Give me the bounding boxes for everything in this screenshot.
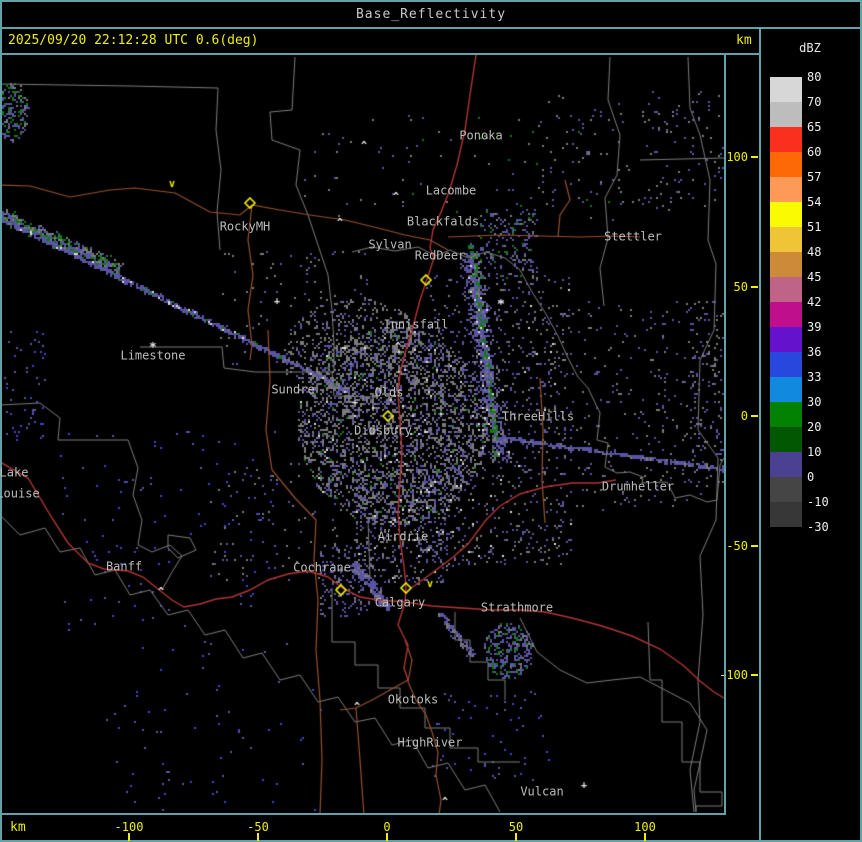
y-axis-tick-label: -100 [719, 668, 748, 682]
x-axis-tick-label: 0 [383, 820, 391, 834]
city-label-rockymh: RockyMH [219, 219, 271, 234]
legend-color-block [770, 302, 802, 327]
y-axis-tick-mark [751, 674, 758, 676]
legend-label: 48 [807, 245, 822, 259]
city-label-blackfalds: Blackfalds [406, 214, 480, 229]
legend-color-block [770, 402, 802, 427]
y-axis-tick-label: 100 [726, 150, 748, 164]
legend-label: 54 [807, 195, 822, 209]
legend-label: 42 [807, 295, 822, 309]
legend-label: 39 [807, 320, 822, 334]
legend-label: 45 [807, 270, 822, 284]
legend-color-block [770, 127, 802, 152]
city-label-olds: Olds [374, 385, 404, 400]
x-axis-unit-label: km [10, 820, 26, 835]
legend-color-block [770, 252, 802, 277]
legend-color-block [770, 77, 802, 102]
city-label-ponoka: Ponoka [459, 128, 503, 143]
y-axis-tick-mark [751, 415, 758, 417]
timestamp-label: 2025/09/20 22:12:28 UTC 0.6(deg) [8, 33, 259, 48]
legend-color-block [770, 327, 802, 352]
map-right-border [724, 53, 726, 815]
legend-label: 20 [807, 420, 822, 434]
x-axis-tick-mark [515, 833, 517, 841]
legend-color-block [770, 352, 802, 377]
y-axis-tick-label: -50 [726, 539, 748, 553]
city-label-highriver: HighRiver [397, 735, 463, 750]
city-label-louise: Louise [0, 486, 40, 501]
x-axis-tick-mark [644, 833, 646, 841]
x-axis-tick-label: 100 [634, 820, 656, 834]
legend-label: 30 [807, 395, 822, 409]
titlebar-separator [0, 27, 862, 29]
x-axis-tick-mark [128, 833, 130, 841]
legend-color-block [770, 452, 802, 477]
city-label-sundre: Sundre [271, 382, 315, 397]
legend-label: -30 [807, 520, 829, 534]
legend-label: 70 [807, 95, 822, 109]
city-label-limestone: Limestone [120, 348, 186, 363]
legend-label: 65 [807, 120, 822, 134]
x-axis-tick-mark [386, 833, 388, 841]
legend-label: 33 [807, 370, 822, 384]
city-label-innisfail: Innisfail [383, 317, 449, 332]
city-label-threehills: ThreeHills [501, 409, 575, 424]
x-axis-tick-label: -100 [114, 820, 144, 834]
legend-label: -10 [807, 495, 829, 509]
city-label-lacombe: Lacombe [425, 183, 477, 198]
y-axis-tick-mark [751, 156, 758, 158]
y-axis-tick-label: 50 [733, 280, 748, 294]
legend-color-block [770, 102, 802, 127]
legend-separator [759, 27, 761, 842]
city-label-cochrane: Cochrane [293, 560, 351, 575]
legend-color-block [770, 277, 802, 302]
legend-label: 60 [807, 145, 822, 159]
y-axis-tick-mark [751, 545, 758, 547]
city-label-strathmore: Strathmore [480, 600, 554, 615]
legend-color-block [770, 152, 802, 177]
map-bottom-border [0, 813, 726, 815]
city-label-vulcan: Vulcan [520, 784, 564, 799]
city-label-banff: Banff [105, 559, 143, 574]
border-top [0, 0, 862, 2]
legend-color-block [770, 227, 802, 252]
city-label-stettler: Stettler [604, 229, 662, 244]
legend-color-block [770, 427, 802, 452]
legend-color-block [770, 177, 802, 202]
city-label-sylvan: Sylvan [368, 237, 412, 252]
legend-label: 57 [807, 170, 822, 184]
city-label-lake: Lake [0, 465, 29, 480]
legend-title: dBZ [799, 41, 821, 55]
legend-label: 10 [807, 445, 822, 459]
radar-app-window: Base_Reflectivity 2025/09/20 22:12:28 UT… [0, 0, 862, 842]
y-axis-unit-label: km [736, 33, 752, 48]
legend-color-block [770, 377, 802, 402]
legend-label: 51 [807, 220, 822, 234]
city-label-okotoks: Okotoks [387, 692, 439, 707]
city-label-didsbury: Didsbury [354, 423, 412, 438]
legend-color-block [770, 202, 802, 227]
y-axis-tick-mark [751, 286, 758, 288]
legend-label: 80 [807, 70, 822, 84]
x-axis-tick-label: 50 [508, 820, 524, 834]
legend-color-block [770, 502, 802, 527]
city-label-reddeer: RedDeer [414, 248, 466, 263]
legend-label: 36 [807, 345, 822, 359]
city-label-airdrie: Airdrie [377, 529, 429, 544]
city-label-drumheller: Drumheller [601, 479, 675, 494]
city-label-calgary: Calgary [374, 595, 426, 610]
y-axis-tick-label: 0 [740, 409, 748, 423]
legend-label: 0 [807, 470, 815, 484]
x-axis-tick-mark [257, 833, 259, 841]
x-axis-tick-label: -50 [247, 820, 269, 834]
page-title: Base_Reflectivity [355, 7, 507, 22]
legend-color-block [770, 477, 802, 502]
